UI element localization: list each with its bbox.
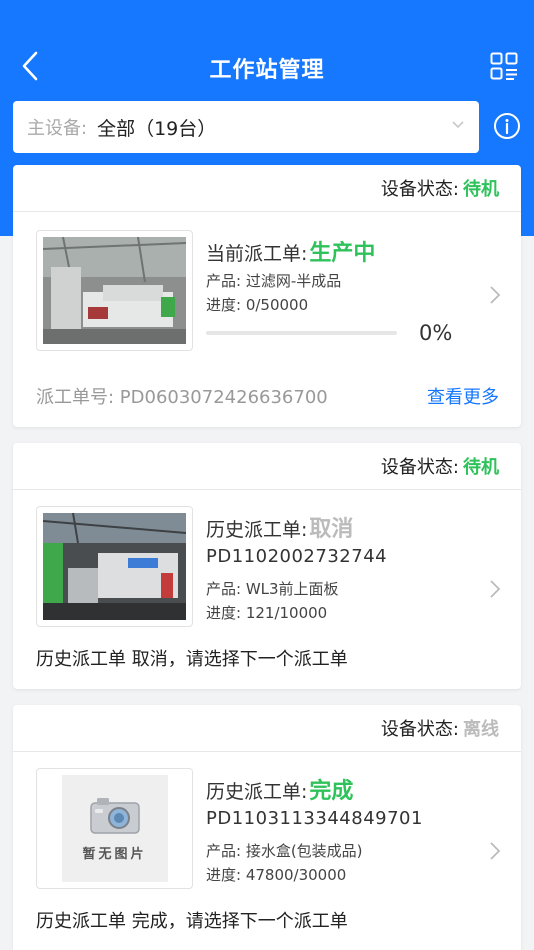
main-device-filter[interactable]: 主设备: 全部（19台） <box>13 101 479 153</box>
order-label: 历史派工单: <box>206 519 308 541</box>
device-status-label: 设备状态: <box>380 179 459 200</box>
app-header: 工作站管理 <box>0 0 534 100</box>
hint-message: 历史派工单 完成，请选择下一个派工单 <box>36 911 348 932</box>
progress-percent: 0% <box>419 321 453 345</box>
chevron-right-icon[interactable] <box>489 285 501 305</box>
progress-text: 进度: 47800/30000 <box>206 866 347 884</box>
machine-image <box>36 506 193 627</box>
hint-message: 历史派工单 取消，请选择下一个派工单 <box>36 649 348 670</box>
workstation-card[interactable]: 设备状态: 离线 暂无图片 历史派工单: 完成 PD11031133448497… <box>13 705 521 950</box>
page-title: 工作站管理 <box>209 58 325 83</box>
qr-scan-button[interactable] <box>488 48 520 84</box>
order-label: 当前派工单: <box>206 243 308 265</box>
view-more-link[interactable]: 查看更多 <box>427 383 499 409</box>
workstation-card[interactable]: 设备状态: 待机 当前派工单: 生产中 产品: 过滤网-半成品 进度: 0/50… <box>13 165 521 427</box>
no-image-text: 暂无图片 <box>82 847 147 862</box>
device-status-value: 待机 <box>463 179 499 200</box>
device-status-label: 设备状态: <box>380 457 459 478</box>
product-text: 产品: 接水盒(包装成品) <box>206 842 363 860</box>
device-status-row: 设备状态: 待机 <box>13 165 521 212</box>
product-text: 产品: 过滤网-半成品 <box>206 272 342 290</box>
chevron-right-icon[interactable] <box>489 579 501 599</box>
workstation-card[interactable]: 设备状态: 待机 历史派工单: 取消 PD1102002732744 产品: W… <box>13 443 521 689</box>
order-id: PD1102002732744 <box>206 546 388 567</box>
order-info: 历史派工单: 完成 <box>206 773 353 805</box>
machine-image <box>36 230 193 351</box>
product-text: 产品: WL3前上面板 <box>206 580 339 598</box>
order-id: PD1103113344849701 <box>206 808 423 829</box>
order-info: 当前派工单: 生产中 <box>206 235 375 267</box>
device-status-label: 设备状态: <box>380 719 459 740</box>
order-state: 完成 <box>309 779 354 804</box>
progress-bar <box>206 331 397 335</box>
filter-value: 全部（19台） <box>97 117 217 140</box>
machine-photo <box>43 513 186 620</box>
filter-label: 主设备: <box>27 118 88 139</box>
machine-image: 暂无图片 <box>36 768 193 889</box>
qr-scan-icon <box>490 52 518 80</box>
chevron-right-icon[interactable] <box>489 841 501 861</box>
progress-text: 进度: 0/50000 <box>206 296 309 314</box>
order-label: 历史派工单: <box>206 781 308 803</box>
no-image-placeholder: 暂无图片 <box>61 775 168 882</box>
order-info: 历史派工单: 取消 <box>206 511 353 543</box>
device-status-row: 设备状态: 待机 <box>13 443 521 490</box>
info-button[interactable] <box>491 110 523 142</box>
machine-photo <box>43 237 186 344</box>
order-number: 派工单号: PD0603072426636700 <box>36 387 328 408</box>
order-state: 取消 <box>309 517 354 542</box>
device-status-row: 设备状态: 离线 <box>13 705 521 752</box>
progress-text: 进度: 121/10000 <box>206 604 328 622</box>
camera-icon <box>89 798 140 834</box>
chevron-down-icon <box>452 121 464 129</box>
device-status-value: 待机 <box>463 457 499 478</box>
order-state: 生产中 <box>309 241 376 266</box>
info-circle-icon <box>494 113 520 139</box>
device-status-value: 离线 <box>463 719 499 740</box>
